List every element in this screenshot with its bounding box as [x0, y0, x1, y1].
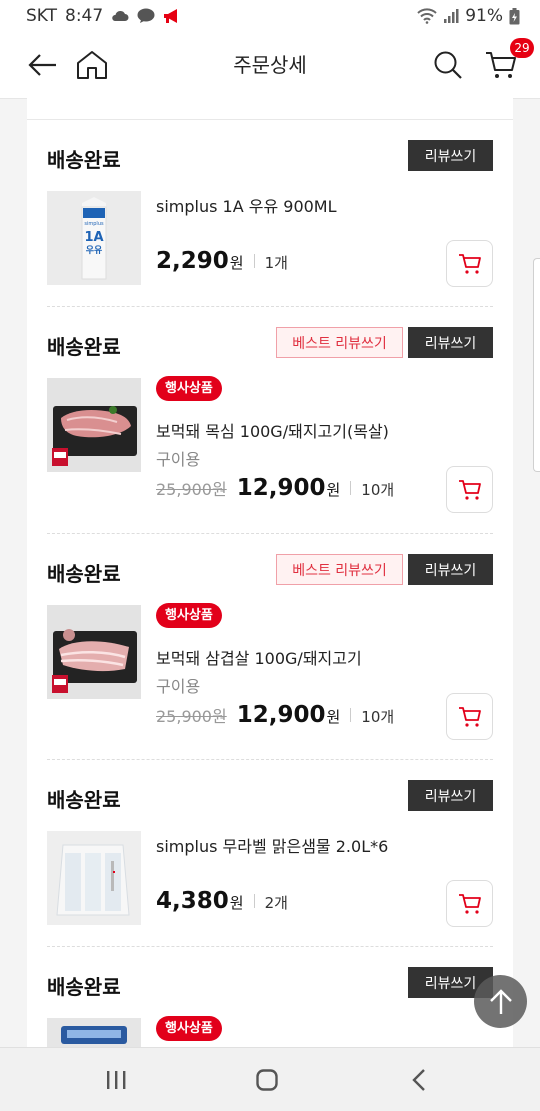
price-qty-separator [253, 894, 255, 908]
price-row: 2,290 원 1개 [156, 248, 288, 274]
clock: 8:47 [65, 6, 104, 26]
item-divider [47, 759, 493, 760]
milk-carton-image: simplus 1A 우유 [47, 191, 141, 285]
write-review-button[interactable]: 리뷰쓰기 [408, 780, 493, 811]
currency-unit: 원 [229, 894, 244, 912]
write-review-button[interactable]: 리뷰쓰기 [408, 140, 493, 171]
price-row: 25,900원 12,900 원 10개 [156, 475, 394, 501]
scroll-to-top-button[interactable] [474, 975, 527, 1028]
currency-unit: 원 [326, 481, 341, 499]
search-icon [434, 51, 462, 79]
scrollbar-handle[interactable] [533, 258, 540, 472]
product-name[interactable]: 보먹돼 목심 100G/돼지고기(목살) [156, 418, 389, 442]
original-price: 25,900원 [156, 707, 227, 726]
delivery-status: 배송완료 [47, 335, 121, 359]
cart-icon [458, 479, 481, 500]
sale-price: 2,290 [156, 248, 229, 274]
order-list-card: 배송완료 리뷰쓰기 simplus 1A 우유 simplus 1A 우유 90… [27, 98, 513, 1048]
home-nav-button[interactable] [237, 1048, 297, 1111]
delivery-status: 배송완료 [47, 562, 121, 586]
product-thumbnail[interactable] [47, 1018, 141, 1048]
write-review-button[interactable]: 리뷰쓰기 [408, 554, 493, 585]
price-qty-separator [253, 254, 255, 268]
original-price: 25,900원 [156, 480, 227, 499]
add-to-cart-button[interactable] [446, 466, 493, 513]
sale-price: 4,380 [156, 888, 229, 914]
pork-belly-image [47, 605, 141, 699]
currency-unit: 원 [326, 708, 341, 726]
product-image [47, 1018, 141, 1048]
write-review-button[interactable]: 리뷰쓰기 [408, 327, 493, 358]
recent-apps-icon [107, 1070, 126, 1089]
price-qty-separator [350, 708, 352, 722]
product-thumbnail[interactable] [47, 605, 141, 699]
product-subtitle: 구이용 [156, 677, 201, 696]
sale-price: 12,900 [236, 475, 326, 501]
home-circle-icon [256, 1068, 278, 1091]
add-to-cart-button[interactable] [446, 240, 493, 287]
item-divider [47, 306, 493, 307]
wifi-icon [417, 8, 437, 24]
add-to-cart-button[interactable] [446, 880, 493, 927]
product-thumbnail[interactable] [47, 378, 141, 472]
recent-apps-button[interactable] [86, 1048, 146, 1111]
cart-icon [458, 893, 481, 914]
product-thumbnail[interactable] [47, 831, 141, 925]
product-thumbnail[interactable]: simplus 1A 우유 [47, 191, 141, 285]
signal-icon [443, 8, 459, 24]
promotion-tag: 행사상품 [156, 376, 222, 401]
system-nav-bar [0, 1047, 540, 1111]
delivery-status: 배송완료 [47, 148, 121, 172]
battery-percent: 91% [465, 6, 503, 26]
sale-price: 12,900 [236, 702, 326, 728]
price-row: 25,900원 12,900 원 10개 [156, 702, 394, 728]
price-qty-separator [350, 481, 352, 495]
section-divider [27, 119, 513, 120]
product-name[interactable]: simplus 1A 우유 900ML [156, 193, 337, 217]
milk-sub-text: 우유 [86, 245, 103, 256]
search-button[interactable] [428, 32, 468, 98]
product-subtitle: 구이용 [156, 450, 201, 469]
cart-count-badge: 29 [510, 38, 534, 58]
talk-icon [137, 8, 155, 24]
status-bar: SKT 8:47 91% [0, 0, 540, 32]
add-to-cart-button[interactable] [446, 693, 493, 740]
cart-icon [458, 706, 481, 727]
best-review-button[interactable]: 베스트 리뷰쓰기 [276, 327, 403, 358]
carrier-label: SKT [26, 6, 58, 26]
water-bottles-image [47, 831, 141, 925]
delivery-status: 배송완료 [47, 788, 121, 812]
promotion-tag: 행사상품 [156, 1016, 222, 1041]
price-row: 4,380 원 2개 [156, 888, 288, 914]
promotion-tag: 행사상품 [156, 603, 222, 628]
pork-image [47, 378, 141, 472]
battery-icon [509, 7, 520, 25]
delivery-status: 배송완료 [47, 975, 121, 999]
milk-brand-text: simplus [84, 221, 104, 227]
best-review-button[interactable]: 베스트 리뷰쓰기 [276, 554, 403, 585]
item-divider [47, 946, 493, 947]
quantity: 1개 [264, 254, 288, 272]
quantity: 10개 [361, 708, 395, 726]
cart-button[interactable]: 29 [478, 32, 534, 98]
product-name[interactable]: 보먹돼 삼겹살 100G/돼지고기 [156, 645, 362, 669]
item-divider [47, 533, 493, 534]
milk-1a-text: 1A [84, 230, 103, 245]
chevron-left-icon [412, 1068, 425, 1091]
quantity: 2개 [264, 894, 288, 912]
cloud-icon [111, 10, 129, 22]
arrow-up-icon [489, 988, 512, 1014]
app-header: 주문상세 29 [0, 32, 540, 99]
back-nav-button[interactable] [389, 1048, 449, 1111]
cart-icon [458, 253, 481, 274]
quantity: 10개 [361, 481, 395, 499]
currency-unit: 원 [229, 254, 244, 272]
megaphone-icon [163, 8, 181, 24]
product-name[interactable]: simplus 무라벨 맑은샘물 2.0L*6 [156, 833, 388, 857]
